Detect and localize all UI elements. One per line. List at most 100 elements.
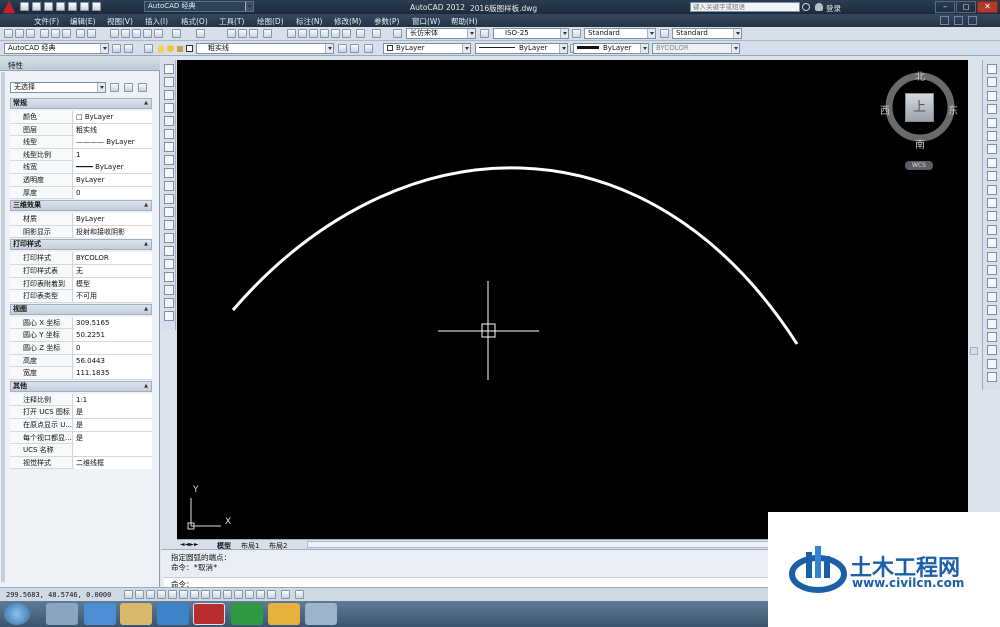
close-button[interactable]: ✕ [977, 1, 998, 13]
property-value[interactable]: 是 [74, 431, 152, 444]
join-icon[interactable] [987, 238, 997, 249]
list-icon[interactable] [987, 332, 997, 342]
layer-previous-icon[interactable] [350, 44, 359, 53]
property-value[interactable]: 1:1 [74, 393, 152, 406]
break-icon[interactable] [987, 224, 997, 235]
layer-state-icon[interactable] [364, 44, 373, 53]
properties-title-bar[interactable]: 特性 [0, 56, 160, 71]
property-row[interactable]: 注释比例 1:1 [10, 393, 152, 407]
autocad-logo-icon[interactable] [2, 0, 16, 14]
property-row[interactable]: 视觉样式 二维线框 [10, 456, 152, 470]
viewcube-east[interactable]: 东 [948, 102, 958, 117]
erase-icon[interactable] [987, 64, 997, 74]
menu-format[interactable]: 格式(O) [181, 16, 208, 27]
revision-cloud-icon[interactable] [164, 155, 174, 165]
property-value[interactable]: 111.1835 [74, 367, 152, 380]
cut-icon[interactable] [110, 29, 119, 38]
hatch-icon[interactable] [164, 246, 174, 256]
measure-icon[interactable] [987, 372, 997, 383]
dim-style-combo[interactable]: ISO-25 [493, 28, 569, 39]
area-icon[interactable] [987, 318, 997, 329]
layer-combo[interactable]: 粗实线 [196, 43, 334, 54]
tool-palettes-icon[interactable] [309, 29, 318, 38]
taskbar-wps-writer-icon[interactable] [268, 603, 300, 625]
property-value[interactable]: 50.2251 [74, 329, 152, 342]
sheet-set-icon[interactable] [320, 29, 329, 38]
section-header[interactable]: 其他 [10, 380, 152, 392]
linetype-combo[interactable]: ByLayer [475, 43, 568, 54]
search-icon[interactable] [802, 3, 810, 11]
extend-icon[interactable] [987, 198, 997, 208]
right-scroll-arrow[interactable] [970, 347, 978, 355]
property-value[interactable]: 是 [74, 419, 152, 431]
fillet-icon[interactable] [987, 265, 997, 275]
selection-cycling-icon[interactable] [267, 590, 276, 599]
property-value[interactable]: 56.0443 [74, 354, 152, 367]
search-input[interactable]: 键入关键字或短语 [690, 2, 800, 12]
open-file-icon[interactable] [15, 29, 24, 38]
rotate-icon[interactable] [987, 144, 997, 155]
property-row[interactable]: 每个视口都显... 是 [10, 431, 152, 445]
property-row[interactable]: 宽度 111.1835 [10, 367, 152, 380]
text-style-icon[interactable] [393, 29, 402, 38]
save-file-icon[interactable] [26, 29, 35, 38]
redo-tb-icon[interactable] [196, 29, 205, 38]
model-space-icon[interactable] [281, 590, 290, 599]
trim-icon[interactable] [987, 184, 997, 195]
match-properties-icon[interactable] [143, 29, 152, 38]
chamfer-icon[interactable] [987, 251, 997, 262]
tab-nav-arrows[interactable]: ◄◄►► [180, 541, 198, 548]
menu-modify[interactable]: 修改(M) [334, 16, 361, 27]
table-icon[interactable] [164, 285, 174, 295]
bulb-icon[interactable] [158, 45, 164, 53]
property-row[interactable]: 线型比例 1 [10, 148, 152, 162]
color-combo[interactable]: ByLayer [383, 43, 471, 54]
insert-block-icon[interactable] [164, 207, 174, 217]
property-value[interactable]: 二维线框 [74, 456, 152, 469]
workspace-save-icon[interactable] [124, 44, 133, 53]
array-icon[interactable] [987, 117, 997, 128]
property-value[interactable]: 投射和接收阴影 [74, 225, 152, 238]
property-row[interactable]: 线宽 ━━━━ ByLayer [10, 161, 152, 174]
property-row[interactable]: 线型 ———— ByLayer [10, 136, 152, 149]
property-value[interactable]: 309.5165 [74, 316, 152, 329]
polar-tracking-icon[interactable] [168, 590, 177, 599]
layer-manager-icon[interactable] [144, 44, 153, 53]
taskbar-wps-spreadsheet-icon[interactable] [231, 603, 263, 625]
snap-mode-icon[interactable] [135, 590, 144, 599]
preview-icon[interactable] [51, 29, 60, 38]
property-row[interactable]: 材质 ByLayer [10, 213, 152, 226]
menu-close-icon[interactable] [968, 16, 977, 25]
drawn-arc[interactable] [231, 166, 799, 345]
grid-display-icon[interactable] [146, 590, 155, 599]
section-header[interactable]: 常规 [10, 98, 152, 109]
publish-web-icon[interactable] [87, 29, 96, 38]
property-row[interactable]: 打开 UCS 图标是 [10, 406, 152, 419]
quickview-layouts-icon[interactable] [295, 590, 304, 599]
property-value[interactable]: 粗实线 [74, 123, 152, 136]
spline-icon[interactable] [164, 168, 174, 178]
viewcube-west[interactable]: 西 [880, 102, 890, 117]
menu-window[interactable]: 窗口(W) [412, 16, 440, 27]
circle-icon[interactable] [164, 142, 174, 152]
menu-dimension[interactable]: 标注(N) [296, 16, 322, 27]
quick-select-icon[interactable] [138, 83, 147, 92]
workspace-settings-icon[interactable] [112, 44, 121, 53]
property-row[interactable]: 打印样式表无 [10, 265, 152, 278]
scale-icon[interactable] [987, 157, 997, 168]
offset-icon[interactable] [987, 104, 997, 115]
menu-view[interactable]: 视图(V) [107, 16, 133, 27]
property-row[interactable]: 圆心 X 坐标 309.5165 [10, 316, 152, 330]
section-header[interactable]: 视图 [10, 303, 152, 315]
infer-constraints-icon[interactable] [124, 590, 133, 599]
table-style-icon[interactable] [572, 29, 581, 38]
help-icon[interactable] [372, 29, 381, 38]
menu-edit[interactable]: 编辑(E) [70, 16, 96, 27]
property-value[interactable]: ByLayer [74, 213, 152, 226]
selection-combo[interactable]: 无选择 [10, 82, 106, 93]
viewcube-north[interactable]: 北 [915, 68, 925, 83]
section-header[interactable]: 三维效果 [10, 200, 152, 212]
property-value[interactable]: 模型 [74, 277, 152, 290]
undo-tb-icon[interactable] [172, 29, 181, 38]
menu-insert[interactable]: 插入(I) [145, 16, 168, 27]
